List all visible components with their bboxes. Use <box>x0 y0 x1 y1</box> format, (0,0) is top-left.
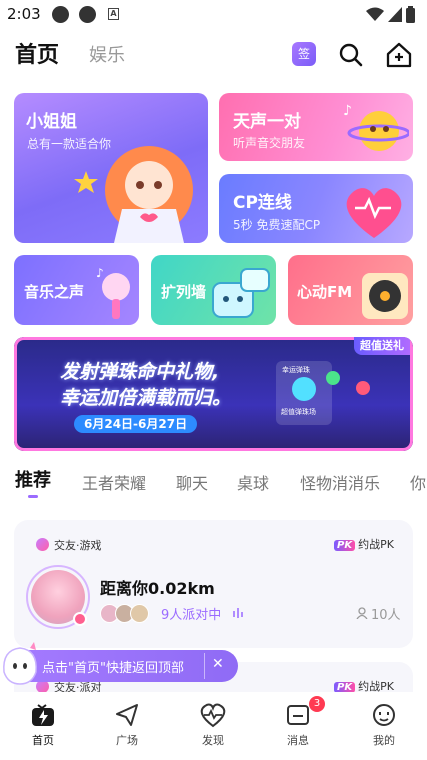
profile-icon <box>373 704 395 726</box>
member-avatar <box>130 604 149 623</box>
card-kuolie[interactable]: 扩列墙 <box>151 255 276 325</box>
wifi-icon <box>366 7 384 21</box>
card-tiansheng[interactable]: 天声一对 听声音交朋友 ♪ <box>219 93 413 161</box>
card-title: 音乐之声 <box>24 283 85 301</box>
room-tag-icon <box>36 538 49 551</box>
banner-ball-red <box>356 381 370 395</box>
signal-icon <box>388 7 402 22</box>
card-title: 扩列墙 <box>161 283 207 301</box>
nav-label: 发现 <box>202 734 224 747</box>
pk-logo: PK <box>334 540 356 551</box>
app-root: 2:03 A 首页 娱乐 签 小姐姐 总有一款适合你 天声一对 听声音交朋友 ♪ <box>0 0 427 760</box>
card-xiaojiejie[interactable]: 小姐姐 总有一款适合你 <box>14 93 208 243</box>
star-icon <box>74 171 98 193</box>
tab-recommend[interactable]: 推荐 <box>15 466 51 492</box>
card-cp[interactable]: CP连线 5秒 免费速配CP <box>219 174 413 243</box>
tab-honor-of-kings[interactable]: 王者荣耀 <box>82 470 146 494</box>
banner-line2: 幸运加倍满载而归。 <box>60 387 232 409</box>
card-fm[interactable]: 心动FM <box>288 255 413 325</box>
tab-entertainment[interactable]: 娱乐 <box>89 41 125 67</box>
banner-mini-tag: 幸运弹珠 <box>282 366 310 374</box>
nav-profile[interactable]: 我的 <box>354 702 414 748</box>
member-avatars <box>100 604 156 624</box>
pk-label-group[interactable]: PK 约战PK <box>334 536 394 552</box>
card-title: 心动FM <box>297 283 353 301</box>
toast-text: 点击"首页"快捷返回顶部 <box>42 661 184 676</box>
room-card[interactable]: 交友·游戏 PK 约战PK 距离你0.02km 9人派对中 10人 <box>14 520 413 648</box>
smiley-planet-illustration: ♪ <box>343 103 409 151</box>
nav-label: 首页 <box>32 734 54 747</box>
sign-in-button[interactable]: 签 <box>292 42 316 66</box>
card-title: 小姐姐 <box>26 112 77 132</box>
sound-wave-icon <box>233 608 243 618</box>
promo-banner[interactable]: 超值送礼 发射弹珠命中礼物, 幸运加倍满载而归。 6月24日-6月27日 幸运弹… <box>14 337 413 451</box>
search-icon[interactable] <box>338 42 364 68</box>
record-player-icon <box>362 273 408 319</box>
toast-close-icon[interactable]: ✕ <box>212 656 224 672</box>
party-status: 9人派对中 <box>161 608 222 623</box>
person-icon <box>356 607 368 619</box>
banner-line1: 发射弹珠命中礼物, <box>60 361 220 383</box>
pk-label: 约战PK <box>358 538 394 551</box>
heart-illustration <box>346 188 402 238</box>
home-plus-icon[interactable] <box>385 41 413 69</box>
status-time: 2:03 <box>7 5 41 23</box>
nav-label: 消息 <box>287 734 309 747</box>
battery-icon <box>406 6 415 23</box>
banner-mini-card: 幸运弹珠 超值弹珠场 <box>276 361 332 425</box>
svg-text:♪: ♪ <box>343 103 352 119</box>
bottom-nav: 首页 广场 发现 消息 我的 <box>0 692 427 760</box>
notification-icon <box>52 6 69 23</box>
plaza-icon <box>116 704 138 726</box>
banner-mini-label: 超值弹珠场 <box>281 408 316 416</box>
room-tag: 交友·游戏 <box>54 539 102 552</box>
banner-tag: 超值送礼 <box>354 337 410 355</box>
avatar-status-icon <box>73 612 87 626</box>
discover-icon <box>200 703 226 728</box>
banner-ball <box>292 377 316 401</box>
card-title: CP连线 <box>233 193 292 213</box>
tab-billiards[interactable]: 桌球 <box>237 470 269 494</box>
nav-label: 我的 <box>373 734 395 747</box>
home-icon <box>32 704 54 726</box>
message-badge: 3 <box>309 696 325 712</box>
chat-bubble-icon <box>212 268 270 318</box>
banner-ball-green <box>326 371 340 385</box>
card-title: 天声一对 <box>233 112 301 132</box>
room-title: 距离你0.02km <box>100 579 215 598</box>
member-count: 10人 <box>371 608 401 623</box>
svg-text:♪: ♪ <box>96 266 104 280</box>
card-music[interactable]: 音乐之声 ♪ <box>14 255 139 325</box>
tab-chat[interactable]: 聊天 <box>176 470 208 494</box>
notification-icon <box>79 6 96 23</box>
nav-discover[interactable]: 发现 <box>183 702 243 748</box>
nav-plaza[interactable]: 广场 <box>97 702 157 748</box>
category-tabs: 推荐 王者荣耀 聊天 桌球 怪物消消乐 你 <box>0 466 427 502</box>
card-subtitle: 5秒 免费速配CP <box>233 218 321 232</box>
a-notification-icon: A <box>108 8 119 20</box>
banner-date: 6月24日-6月27日 <box>74 415 198 433</box>
tab-monster-match[interactable]: 怪物消消乐 <box>300 470 380 494</box>
mascot-icon <box>3 642 37 685</box>
girl-character-illustration <box>105 146 193 243</box>
status-bar: 2:03 A <box>0 0 427 30</box>
message-icon <box>287 705 309 725</box>
nav-label: 广场 <box>116 734 138 747</box>
tab-indicator <box>28 495 38 498</box>
tab-you[interactable]: 你 <box>410 470 426 494</box>
nav-home[interactable]: 首页 <box>13 702 73 748</box>
card-subtitle: 听声音交朋友 <box>233 136 306 150</box>
microphone-icon: ♪ <box>96 266 130 319</box>
tab-home[interactable]: 首页 <box>15 37 59 69</box>
toast-divider <box>204 653 205 679</box>
